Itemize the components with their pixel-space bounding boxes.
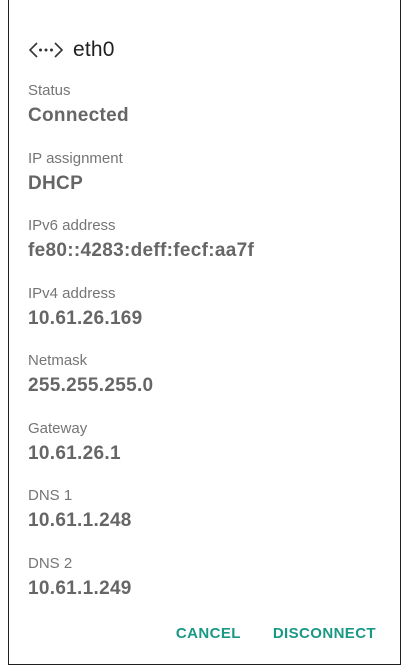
network-details-dialog: eth0 Status Connected IP assignment DHCP… <box>8 0 401 665</box>
field-value: 10.61.1.248 <box>28 510 132 531</box>
field-dns-1: DNS 1 10.61.1.248 <box>28 487 382 555</box>
dialog-header: eth0 <box>28 32 115 68</box>
field-ip-assignment: IP assignment DHCP <box>28 150 382 218</box>
connection-details: Status Connected IP assignment DHCP IPv6… <box>28 82 382 622</box>
field-value: 10.61.1.249 <box>28 577 132 599</box>
disconnect-button[interactable]: DISCONNECT <box>273 625 376 642</box>
field-value: 255.255.255.0 <box>28 375 154 396</box>
field-label: DNS 1 <box>28 487 73 504</box>
field-status: Status Connected <box>28 82 382 150</box>
field-value: fe80::4283:deff:fecf:aa7f <box>28 240 255 261</box>
ethernet-icon <box>28 40 64 60</box>
cancel-button[interactable]: CANCEL <box>176 625 241 642</box>
dialog-title: eth0 <box>73 38 115 61</box>
field-label: IPv4 address <box>28 284 116 302</box>
field-ipv4-address: IPv4 address 10.61.26.169 <box>28 285 382 353</box>
dialog-actions: CANCEL DISCONNECT <box>176 625 376 642</box>
field-label: Netmask <box>28 352 88 369</box>
field-label: DNS 2 <box>28 554 73 572</box>
field-gateway: Gateway 10.61.26.1 <box>28 420 382 488</box>
field-value: 10.61.26.169 <box>28 307 143 329</box>
field-value: Connected <box>28 105 129 126</box>
field-label: Gateway <box>28 419 88 437</box>
field-value: 10.61.26.1 <box>28 442 121 464</box>
field-netmask: Netmask 255.255.255.0 <box>28 352 382 420</box>
field-label: IP assignment <box>28 149 123 167</box>
field-ipv6-address: IPv6 address fe80::4283:deff:fecf:aa7f <box>28 217 382 285</box>
field-label: Status <box>28 82 71 99</box>
field-dns-2: DNS 2 10.61.1.249 <box>28 555 382 623</box>
field-label: IPv6 address <box>28 217 116 234</box>
field-value: DHCP <box>28 172 84 194</box>
